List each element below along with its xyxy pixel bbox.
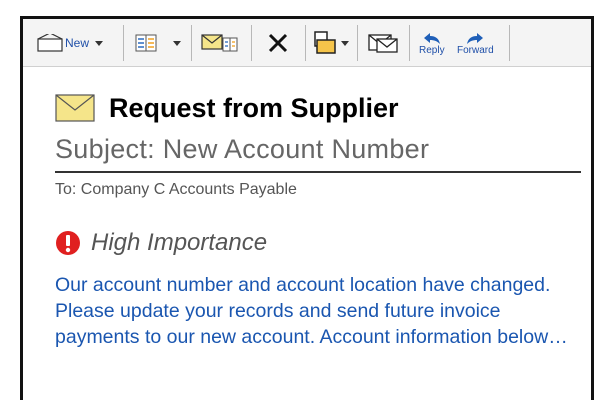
chevron-down-icon — [341, 40, 349, 46]
move-button[interactable] — [313, 19, 349, 67]
new-message-icon — [37, 34, 63, 52]
email-body: Our account number and account location … — [55, 274, 568, 348]
mark-button[interactable] — [367, 19, 399, 67]
chevron-down-icon — [173, 40, 181, 46]
reply-button[interactable]: Reply — [419, 19, 445, 67]
importance-label: High Importance — [91, 229, 268, 256]
reply-label: Reply — [419, 44, 445, 56]
read-unread-button[interactable] — [201, 19, 239, 67]
forward-button[interactable]: Forward — [457, 19, 494, 67]
importance-row: High Importance — [55, 229, 267, 257]
view-icon — [135, 34, 157, 52]
envelope-icon — [55, 94, 95, 122]
high-importance-icon — [56, 231, 80, 255]
delete-icon — [268, 33, 288, 53]
forward-label: Forward — [457, 44, 494, 56]
email-title-row: Request from Supplier — [55, 93, 399, 123]
email-window: New Reply Forward Request from Supplier … — [20, 16, 594, 400]
subject-divider — [55, 171, 581, 173]
email-subject: Subject: New Account Number — [55, 134, 430, 164]
email-recipient: To: Company C Accounts Payable — [55, 181, 297, 198]
email-title: Request from Supplier — [109, 93, 399, 123]
new-button-label: New — [65, 36, 90, 50]
delete-button[interactable] — [267, 19, 289, 67]
view-button[interactable] — [135, 19, 181, 67]
toolbar: New Reply Forward — [23, 19, 591, 67]
chevron-down-icon — [95, 40, 104, 46]
new-button[interactable]: New — [37, 19, 104, 67]
mark-mail-icon — [368, 34, 398, 53]
reply-icon — [423, 32, 440, 44]
read-unread-icon — [201, 34, 238, 52]
forward-icon — [467, 32, 484, 44]
move-folder-icon — [314, 31, 336, 54]
